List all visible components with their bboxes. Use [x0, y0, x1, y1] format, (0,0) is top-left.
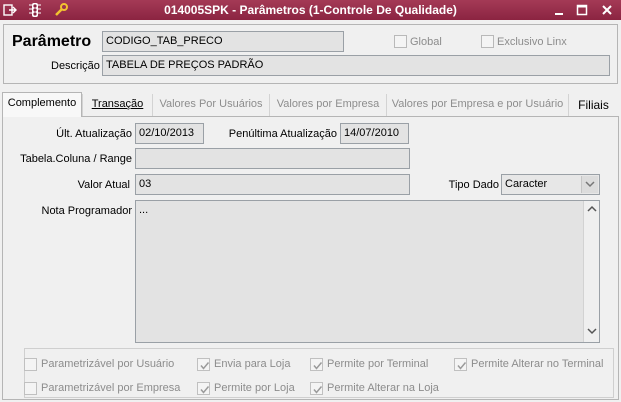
permite-loja-label: Permite por Loja	[214, 382, 295, 394]
penultima-atualizacao-label: Penúltima Atualização	[228, 128, 337, 140]
memo-scrollbar[interactable]	[583, 201, 599, 342]
descricao-label: Descrição	[51, 60, 100, 72]
permite-alterar-loja-label: Permite Alterar na Loja	[327, 382, 439, 394]
valor-atual-field[interactable]: 03	[135, 174, 410, 195]
nota-programador-label: Nota Programador	[41, 205, 133, 217]
global-checkbox[interactable]	[394, 35, 407, 48]
close-button[interactable]	[599, 2, 615, 18]
parametro-label: Parâmetro	[12, 33, 92, 50]
tabela-coluna-field[interactable]	[135, 148, 410, 169]
minimize-button[interactable]	[551, 2, 567, 18]
title-bar: 014005SPK - Parâmetros (1-Controle De Qu…	[0, 0, 621, 20]
exclusivo-linx-label: Exclusivo Linx	[497, 36, 567, 48]
tab-valores-por-empresa[interactable]: Valores por Empresa	[269, 94, 386, 116]
tabela-coluna-label: Tabela.Coluna / Range	[20, 153, 132, 165]
ult-atualizacao-field[interactable]: 02/10/2013	[135, 123, 204, 144]
ult-atualizacao-label: Últ. Atualização	[56, 128, 132, 140]
checkbox-box[interactable]	[454, 358, 467, 371]
tipo-dado-value: Caracter	[505, 178, 548, 190]
checkbox-box[interactable]	[24, 382, 37, 395]
chevron-down-icon[interactable]	[581, 176, 598, 193]
maximize-button[interactable]	[574, 2, 590, 18]
tab-complemento[interactable]: Complemento	[2, 92, 82, 117]
checkbox-box[interactable]	[24, 358, 37, 371]
checkbox-box[interactable]	[310, 382, 323, 395]
scroll-down-icon[interactable]	[585, 325, 599, 340]
parametro-field[interactable]: CODIGO_TAB_PRECO	[102, 31, 344, 52]
tab-valores-por-empresa-e-usuario[interactable]: Valores por Empresa e por Usuário	[386, 94, 568, 116]
nota-programador-text: ...	[139, 204, 149, 216]
tipo-dado-select[interactable]: Caracter	[501, 174, 600, 195]
valor-atual-label: Valor Atual	[77, 179, 130, 191]
descricao-field[interactable]: TABELA DE PREÇOS PADRÃO	[102, 55, 610, 76]
parameter-header: Parâmetro CODIGO_TAB_PRECO Global Exclus…	[3, 24, 618, 84]
penultima-atualizacao-field[interactable]: 14/07/2010	[340, 123, 409, 144]
checkbox-box[interactable]	[197, 382, 210, 395]
exclusivo-linx-checkbox[interactable]	[481, 35, 494, 48]
permite-terminal-label: Permite por Terminal	[327, 358, 429, 370]
tab-valores-por-usuarios[interactable]: Valores Por Usuários	[152, 94, 269, 116]
permite-alterar-terminal-label: Permite Alterar no Terminal	[471, 358, 604, 370]
checkbox-box[interactable]	[310, 358, 323, 371]
tipo-dado-label: Tipo Dado	[448, 179, 499, 191]
window-title: 014005SPK - Parâmetros (1-Controle De Qu…	[164, 3, 457, 17]
tab-transacao[interactable]: Transação	[82, 94, 152, 116]
envia-loja-label: Envia para Loja	[214, 358, 291, 370]
global-label: Global	[410, 36, 442, 48]
param-empresa-label: Parametrizável por Empresa	[41, 382, 181, 394]
param-usuario-label: Parametrizável por Usuário	[41, 358, 175, 370]
checkbox-box[interactable]	[197, 358, 210, 371]
nota-programador-memo[interactable]: ...	[135, 200, 600, 343]
tab-filiais[interactable]: Filiais	[568, 94, 618, 116]
scroll-up-icon[interactable]	[585, 203, 599, 218]
tab-strip: Complemento Transação Valores Por Usuári…	[0, 92, 621, 117]
